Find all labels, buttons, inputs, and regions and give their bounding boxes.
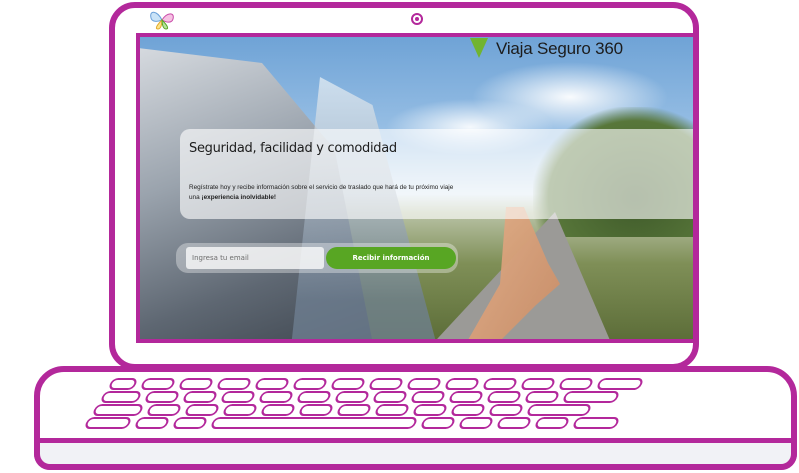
hero-card: Seguridad, facilidad y comodidad Regístr… <box>180 129 693 219</box>
key <box>449 404 487 416</box>
email-input[interactable] <box>186 247 324 269</box>
key <box>177 378 215 390</box>
brand-logo[interactable]: Viaja Seguro 360 <box>470 38 623 59</box>
key <box>523 391 561 403</box>
key <box>183 404 221 416</box>
key <box>221 404 259 416</box>
hero-title: Seguridad, facilidad y comodidad <box>189 141 397 156</box>
key <box>215 378 253 390</box>
key <box>371 391 409 403</box>
key <box>447 391 485 403</box>
signup-form: Recibir información <box>176 243 458 273</box>
key <box>405 378 443 390</box>
key <box>367 378 405 390</box>
key-row <box>83 417 621 429</box>
key <box>107 378 139 390</box>
key <box>253 378 291 390</box>
key <box>143 391 181 403</box>
hero-description-highlight: ¡experiencia inolvidable! <box>201 194 277 201</box>
hero-description: Regístrate hoy y recibe información sobr… <box>189 183 459 203</box>
key <box>291 378 329 390</box>
key <box>485 391 523 403</box>
key <box>99 391 143 403</box>
key <box>133 417 171 429</box>
key <box>481 378 519 390</box>
key <box>171 417 209 429</box>
key <box>411 404 449 416</box>
key <box>571 417 621 429</box>
key <box>443 378 481 390</box>
screen: Viaja Seguro 360 Seguridad, facilidad y … <box>136 33 697 343</box>
key <box>557 378 595 390</box>
key <box>519 378 557 390</box>
key <box>333 391 371 403</box>
key <box>91 404 145 416</box>
key <box>329 378 367 390</box>
key <box>373 404 411 416</box>
submit-button[interactable]: Recibir información <box>326 247 456 269</box>
key <box>419 417 457 429</box>
key-row <box>107 378 645 390</box>
key <box>297 404 335 416</box>
key <box>495 417 533 429</box>
key-row <box>91 404 593 416</box>
key <box>409 391 447 403</box>
laptop-base-front <box>34 438 797 470</box>
key <box>561 391 621 403</box>
key <box>595 378 645 390</box>
key <box>525 404 593 416</box>
key <box>219 391 257 403</box>
map-pin-icon <box>470 38 488 58</box>
key <box>487 404 525 416</box>
brand-name: Viaja Seguro 360 <box>496 39 623 58</box>
key <box>259 404 297 416</box>
key <box>83 417 133 429</box>
key <box>335 404 373 416</box>
key <box>457 417 495 429</box>
key <box>139 378 177 390</box>
keyboard <box>83 374 730 430</box>
key <box>145 404 183 416</box>
key-row <box>99 391 621 403</box>
key <box>257 391 295 403</box>
key <box>181 391 219 403</box>
key <box>295 391 333 403</box>
webcam-icon <box>411 13 423 25</box>
space-key <box>209 417 419 429</box>
key <box>533 417 571 429</box>
butterfly-icon <box>150 11 174 30</box>
